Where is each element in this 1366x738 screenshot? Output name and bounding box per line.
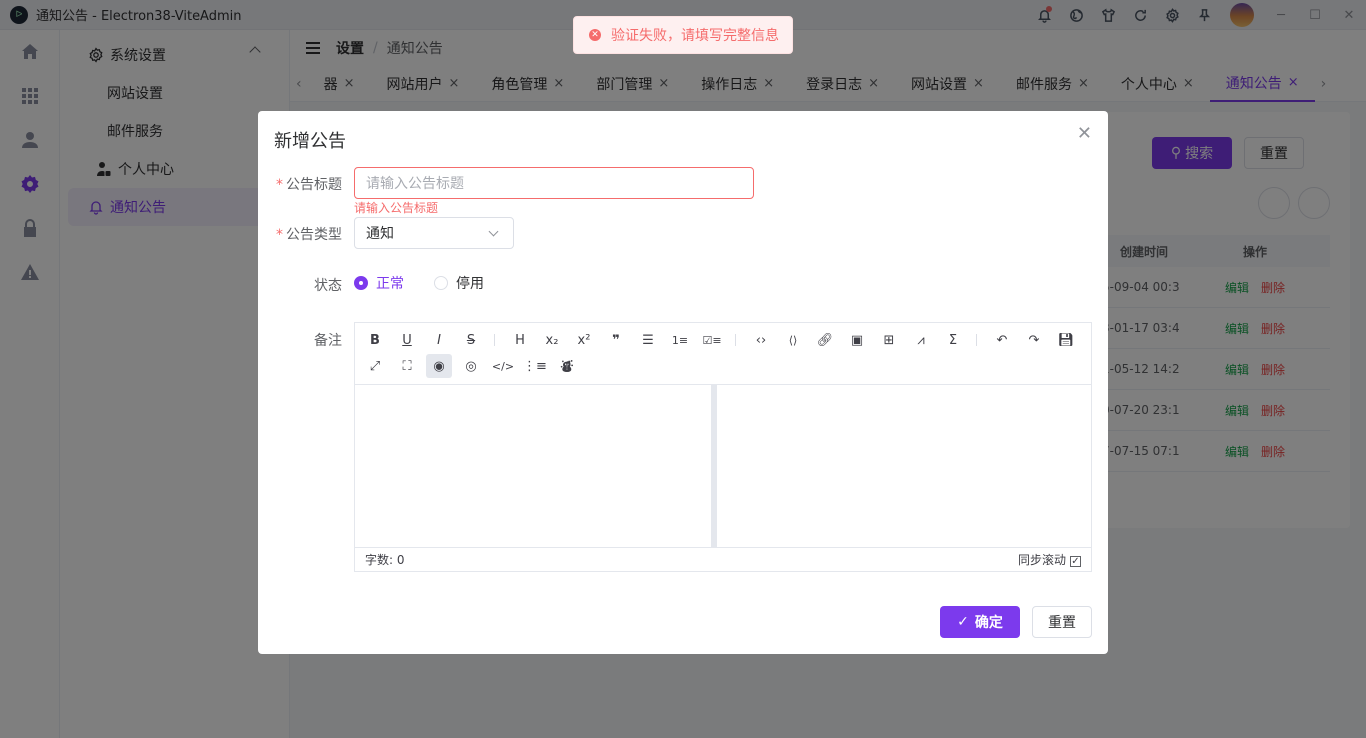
- undo-icon[interactable]: ↶: [989, 328, 1015, 352]
- bold-icon[interactable]: B: [362, 328, 388, 352]
- italic-icon[interactable]: I: [426, 328, 452, 352]
- notice-type-label: * 公告类型: [276, 227, 342, 243]
- quote-icon[interactable]: ❞: [603, 328, 629, 352]
- chevron-down-icon: [488, 226, 499, 237]
- dialog-close-icon[interactable]: ✕: [1077, 123, 1092, 144]
- status-label: 状态: [314, 278, 342, 294]
- underline-icon[interactable]: U: [394, 328, 420, 352]
- error-icon: ✕: [589, 29, 601, 41]
- superscript-icon[interactable]: x²: [571, 328, 597, 352]
- html-icon[interactable]: </>: [490, 354, 516, 378]
- notice-title-error: 请输入公告标题: [354, 201, 439, 215]
- markdown-editor: B U I S H x₂ x² ❞ ☰ 1≡ ☑≡ ‹› ⟨⟩ 🔗︎ ▣ ⊞ ⩘…: [354, 322, 1092, 572]
- sync-scroll-checkbox[interactable]: ✓: [1070, 556, 1081, 567]
- notice-title-label: * 公告标题: [276, 177, 342, 193]
- notice-type-select[interactable]: 通知: [354, 217, 514, 249]
- katex-icon[interactable]: Σ: [940, 328, 966, 352]
- chart-icon[interactable]: ⩘: [908, 328, 934, 352]
- check-icon: ✓: [957, 614, 969, 630]
- word-count: 字数: 0: [365, 553, 405, 567]
- status-radio-normal[interactable]: 正常: [354, 273, 404, 293]
- add-notice-dialog: 新增公告 ✕ * 公告标题 请输入公告标题 请输入公告标题 * 公告类型 通知 状态…: [258, 111, 1108, 654]
- subscript-icon[interactable]: x₂: [539, 328, 565, 352]
- task-list-icon[interactable]: ☑≡: [699, 328, 725, 352]
- redo-icon[interactable]: ↷: [1021, 328, 1047, 352]
- notice-title-input[interactable]: 请输入公告标题: [354, 167, 754, 199]
- image-icon[interactable]: ▣: [844, 328, 870, 352]
- html-preview-icon[interactable]: ◎: [458, 354, 484, 378]
- page-fullscreen-icon[interactable]: ⤢: [362, 354, 388, 378]
- strikethrough-icon[interactable]: S: [458, 328, 484, 352]
- code-icon[interactable]: ‹›: [748, 328, 774, 352]
- sync-scroll-toggle[interactable]: 同步滚动 ✓: [1018, 551, 1081, 568]
- github-icon[interactable]: ⛇: [554, 354, 580, 378]
- code-block-icon[interactable]: ⟨⟩: [780, 328, 806, 352]
- table-icon[interactable]: ⊞: [876, 328, 902, 352]
- reset-button[interactable]: 重置: [1032, 606, 1092, 638]
- editor-preview-pane: [723, 385, 1091, 547]
- save-icon[interactable]: 💾︎: [1053, 328, 1079, 352]
- editor-footer: 字数: 0 同步滚动 ✓: [355, 547, 1091, 571]
- error-toast: ✕ 验证失败，请填写完整信息: [573, 16, 793, 54]
- heading-icon[interactable]: H: [507, 328, 533, 352]
- editor-input-pane[interactable]: [355, 385, 717, 547]
- status-radio-disabled[interactable]: 停用: [434, 273, 484, 293]
- catalog-icon[interactable]: ⋮≡: [522, 354, 548, 378]
- dialog-title: 新增公告: [274, 131, 346, 152]
- unordered-list-icon[interactable]: ☰: [635, 328, 661, 352]
- fullscreen-icon[interactable]: ⛶: [394, 354, 420, 378]
- editor-toolbar: B U I S H x₂ x² ❞ ☰ 1≡ ☑≡ ‹› ⟨⟩ 🔗︎ ▣ ⊞ ⩘…: [355, 323, 1091, 385]
- remark-label: 备注: [314, 333, 342, 349]
- toast-message: 验证失败，请填写完整信息: [611, 28, 779, 44]
- ordered-list-icon[interactable]: 1≡: [667, 328, 693, 352]
- preview-icon[interactable]: ◉: [426, 354, 452, 378]
- link-icon[interactable]: 🔗︎: [812, 328, 838, 352]
- confirm-button[interactable]: ✓ 确定: [940, 606, 1020, 638]
